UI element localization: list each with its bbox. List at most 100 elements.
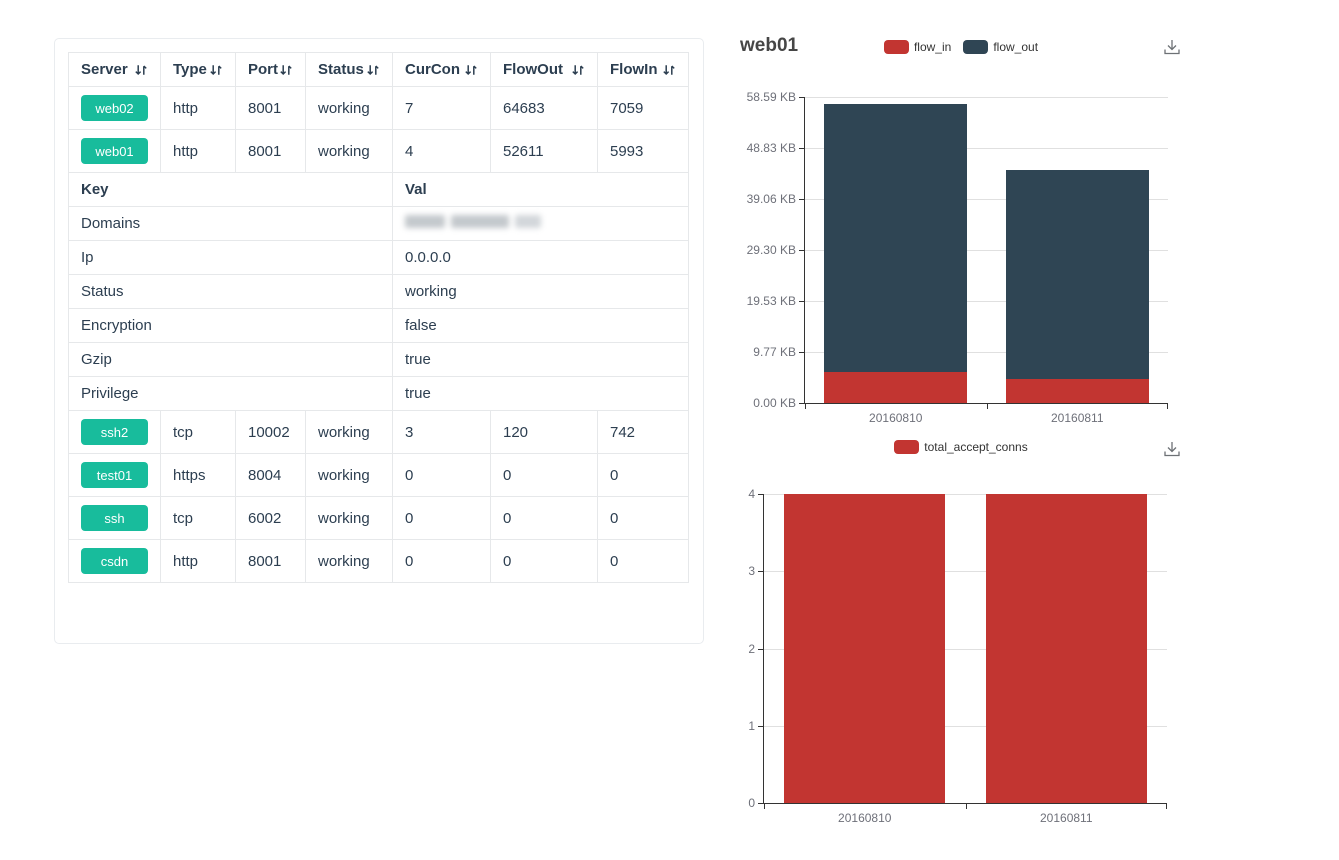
server-badge[interactable]: ssh2 [81,419,148,445]
server-badge[interactable]: ssh [81,505,148,531]
cell-flowout: 120 [491,411,598,454]
kv-row-ip: Ip 0.0.0.0 [69,241,689,275]
column-header-type[interactable]: Type [161,53,236,87]
table-row-ssh: ssh tcp 6002 working 0 0 0 [69,497,689,540]
kv-value: true [393,343,689,377]
bar-segment-flow_in[interactable] [824,372,967,403]
cell-port: 8001 [236,540,306,583]
y-axis-tick-label: 29.30 KB [747,243,796,257]
cell-curcon: 0 [393,454,491,497]
save-as-image-button[interactable] [1162,38,1182,58]
kv-key: Encryption [69,309,393,343]
x-axis-label: 20160811 [987,411,1169,425]
kv-key: Status [69,275,393,309]
y-axis-tick-label: 4 [748,487,755,501]
cell-type: http [161,130,236,173]
cell-port: 10002 [236,411,306,454]
chart-legend: flow_in flow_out [730,40,1192,54]
column-header-label: Status [318,61,364,78]
bar-segment-flow_out[interactable] [1006,170,1149,379]
column-header-port[interactable]: Port [236,53,306,87]
legend-item-total-accept-conns[interactable]: total_accept_conns [894,440,1027,454]
cell-flowin: 5993 [598,130,689,173]
cell-status: working [306,540,393,583]
gridline [805,97,1168,98]
cell-type: http [161,540,236,583]
connections-chart: total_accept_conns 012342016081020160811 [730,428,1192,834]
y-axis-tick-label: 0.00 KB [753,396,796,410]
kv-value: false [393,309,689,343]
bar-segment-total_accept_conns[interactable] [986,494,1147,803]
kv-header-row: Key Val [69,173,689,207]
sort-icon[interactable] [464,63,478,77]
cell-status: working [306,87,393,130]
cell-flowout: 0 [491,540,598,583]
sort-icon[interactable] [209,63,223,77]
y-axis-tick-label: 3 [748,564,755,578]
kv-key: Domains [69,207,393,241]
column-header-flowin[interactable]: FlowIn [598,53,689,87]
cell-type: tcp [161,411,236,454]
legend-item-flow-in[interactable]: flow_in [884,40,951,54]
cell-flowout: 0 [491,454,598,497]
server-badge[interactable]: web01 [81,138,148,164]
y-axis-tick-label: 58.59 KB [747,90,796,104]
cell-port: 8001 [236,87,306,130]
kv-row-domains: Domains [69,207,689,241]
table-row-ssh2: ssh2 tcp 10002 working 3 120 742 [69,411,689,454]
server-badge[interactable]: web02 [81,95,148,121]
kv-header-val: Val [393,173,689,207]
server-badge[interactable]: test01 [81,462,148,488]
kv-key: Ip [69,241,393,275]
bar-segment-flow_out[interactable] [824,104,967,372]
server-badge[interactable]: csdn [81,548,148,574]
column-header-label: Server [81,61,128,78]
kv-row-privilege: Privilege true [69,377,689,411]
cell-flowin: 7059 [598,87,689,130]
column-header-curcon[interactable]: CurCon [393,53,491,87]
sort-icon[interactable] [134,63,148,77]
legend-marker [884,40,909,54]
table-header-row: Server Type Port Status CurCon FlowOut F… [69,53,689,87]
download-icon [1162,38,1182,57]
save-as-image-button[interactable] [1162,440,1182,460]
table-row-web01: web01 http 8001 working 4 52611 5993 [69,130,689,173]
bar-segment-total_accept_conns[interactable] [784,494,945,803]
column-header-status[interactable]: Status [306,53,393,87]
bar-segment-flow_in[interactable] [1006,379,1149,403]
sort-icon[interactable] [662,63,676,77]
y-axis-tick-label: 19.53 KB [747,294,796,308]
x-axis-tick [764,804,765,809]
sort-icon[interactable] [366,63,380,77]
cell-port: 6002 [236,497,306,540]
table-row-csdn: csdn http 8001 working 0 0 0 [69,540,689,583]
cell-type: https [161,454,236,497]
x-axis-tick [987,404,988,409]
y-axis-tick-label: 0 [748,796,755,810]
cell-curcon: 3 [393,411,491,454]
cell-status: working [306,454,393,497]
cell-status: working [306,411,393,454]
server-table-card: Server Type Port Status CurCon FlowOut F… [54,38,704,644]
cell-curcon: 0 [393,540,491,583]
kv-header-key: Key [69,173,393,207]
sort-icon[interactable] [571,63,585,77]
x-axis-tick [805,404,806,409]
y-axis-line [763,494,764,803]
table-row-test01: test01 https 8004 working 0 0 0 [69,454,689,497]
x-axis-tick [1166,804,1167,809]
legend-label: flow_out [993,40,1038,54]
column-header-flowout[interactable]: FlowOut [491,53,598,87]
column-header-server[interactable]: Server [69,53,161,87]
cell-type: tcp [161,497,236,540]
sort-icon[interactable] [279,63,293,77]
kv-value: working [393,275,689,309]
column-header-label: CurCon [405,61,460,78]
legend-marker [963,40,988,54]
cell-port: 8004 [236,454,306,497]
cell-curcon: 7 [393,87,491,130]
table-row-web02: web02 http 8001 working 7 64683 7059 [69,87,689,130]
legend-item-flow-out[interactable]: flow_out [963,40,1038,54]
redacted-domain-value [405,215,541,228]
cell-flowout: 64683 [491,87,598,130]
